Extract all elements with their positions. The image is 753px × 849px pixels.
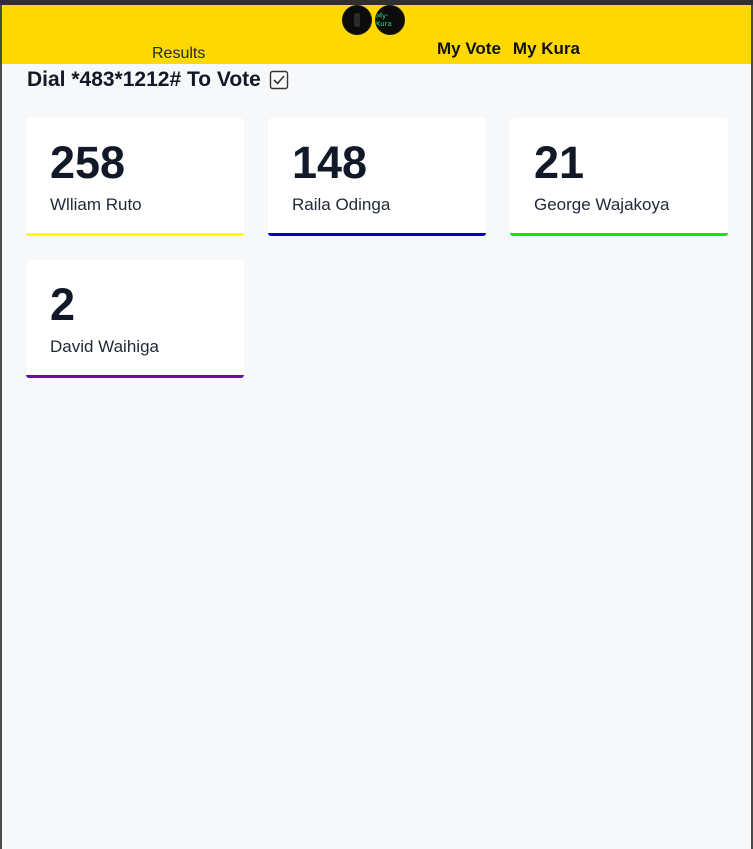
nav-links: My Vote My Kura bbox=[437, 39, 580, 59]
candidate-name: George Wajakoya bbox=[534, 195, 670, 214]
candidate-name: Raila Odinga bbox=[292, 195, 391, 214]
my-kura-logo[interactable]: My-Kura bbox=[375, 5, 405, 35]
header-bar: My-Kura Results My Vote My Kura bbox=[2, 5, 751, 64]
candidate-name: Wlliam Ruto bbox=[50, 195, 142, 214]
checkbox-checked-icon bbox=[269, 70, 289, 90]
candidate-name: David Waihiga bbox=[50, 337, 159, 356]
dial-instruction: Dial *483*1212# To Vote bbox=[27, 68, 289, 92]
candidate-card: 21 George Wajakoya bbox=[510, 118, 728, 236]
vote-count: 2 bbox=[50, 279, 76, 330]
nav-my-kura-link[interactable]: My Kura bbox=[513, 39, 580, 59]
candidate-card: 258 Wlliam Ruto bbox=[26, 118, 244, 236]
candidate-color-bar bbox=[26, 375, 244, 378]
logo-figure-icon bbox=[354, 13, 360, 27]
my-kura-logo-text: My-Kura bbox=[376, 12, 392, 28]
logo-icon[interactable] bbox=[342, 5, 372, 35]
candidate-color-bar bbox=[26, 233, 244, 236]
dial-text: Dial *483*1212# To Vote bbox=[27, 68, 261, 91]
nav-results-link[interactable]: Results bbox=[152, 45, 205, 63]
candidate-color-bar bbox=[510, 233, 728, 236]
vote-count: 21 bbox=[534, 137, 585, 188]
vote-count: 148 bbox=[292, 137, 368, 188]
candidate-card: 148 Raila Odinga bbox=[268, 118, 486, 236]
candidate-card: 2 David Waihiga bbox=[26, 260, 244, 378]
app-frame: My-Kura Results My Vote My Kura Dial *48… bbox=[2, 5, 751, 849]
nav-my-vote-link[interactable]: My Vote bbox=[437, 39, 501, 59]
candidate-color-bar bbox=[268, 233, 486, 236]
vote-count: 258 bbox=[50, 137, 126, 188]
